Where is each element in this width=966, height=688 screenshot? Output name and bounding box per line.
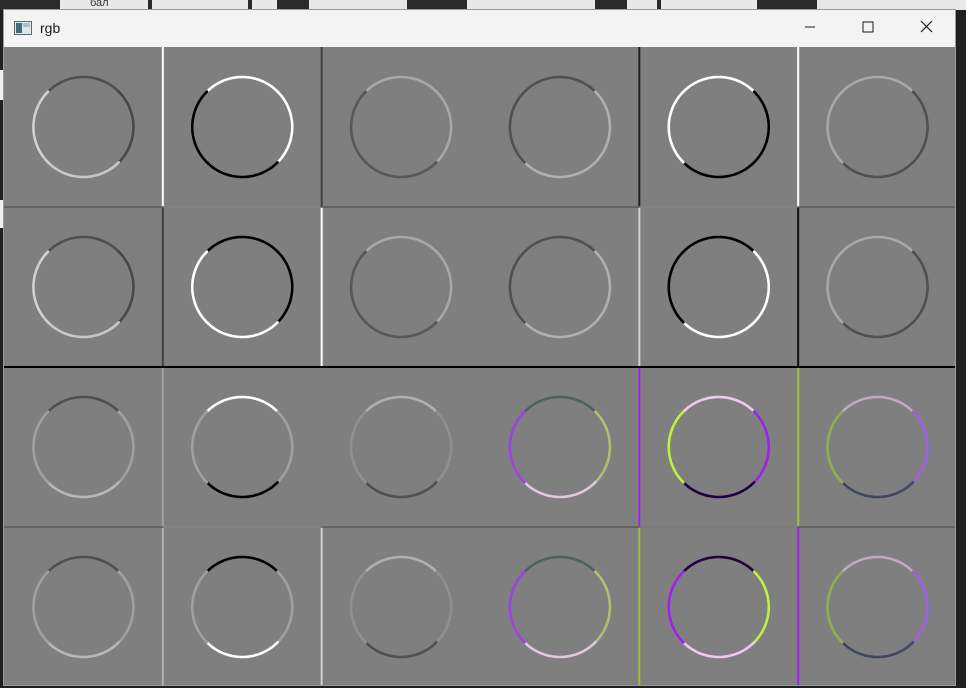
- maximize-icon: [862, 20, 874, 38]
- image-canvas[interactable]: [4, 47, 955, 685]
- close-button[interactable]: [897, 10, 955, 47]
- minimize-icon: [804, 20, 816, 38]
- filter-grid: [4, 47, 955, 685]
- close-icon: [920, 20, 933, 38]
- rgb-window[interactable]: rgb: [3, 9, 956, 686]
- background-window-label: бал: [90, 0, 109, 9]
- window-title: rgb: [40, 20, 61, 36]
- title-bar[interactable]: rgb: [4, 10, 955, 47]
- maximize-button[interactable]: [839, 10, 897, 47]
- minimize-button[interactable]: [781, 10, 839, 47]
- image-window-icon: [14, 21, 32, 35]
